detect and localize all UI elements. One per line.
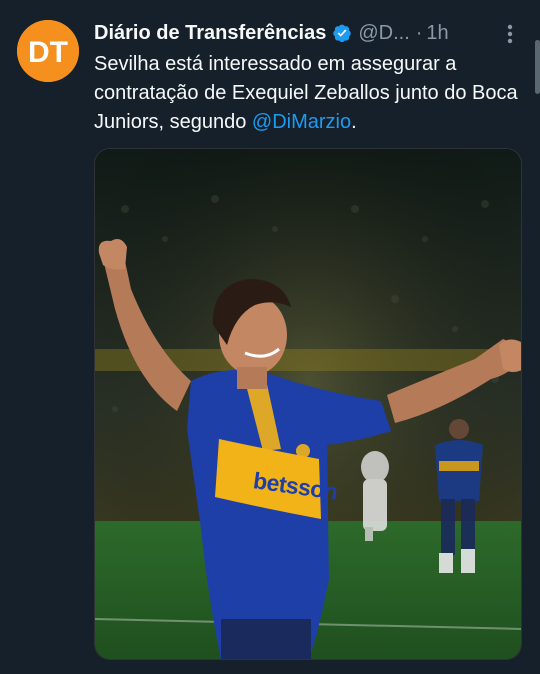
verified-badge-icon: [332, 23, 352, 43]
tweet-photo[interactable]: betsson: [94, 148, 522, 660]
author-handle[interactable]: @D...: [358, 22, 409, 45]
player-celebration-image: [95, 149, 521, 659]
tweet-text-end: .: [351, 111, 357, 133]
avatar[interactable]: DT: [17, 20, 79, 82]
tweet-text: Sevilha está interessado em assegurar a …: [94, 50, 524, 137]
scrollbar[interactable]: [535, 40, 540, 94]
separator-dot: ·: [415, 21, 423, 44]
timestamp[interactable]: 1h: [426, 22, 448, 45]
tweet-header: Diário de Transferências @D... · 1h: [94, 19, 524, 47]
avatar-logo: DT: [17, 20, 79, 82]
mention-link[interactable]: @DiMarzio: [252, 111, 351, 133]
more-options-icon[interactable]: [498, 22, 522, 46]
avatar-initials: DT: [28, 36, 68, 69]
tweet[interactable]: DT Diário de Transferências @D... · 1h S…: [0, 0, 540, 674]
author-name[interactable]: Diário de Transferências: [94, 22, 326, 45]
